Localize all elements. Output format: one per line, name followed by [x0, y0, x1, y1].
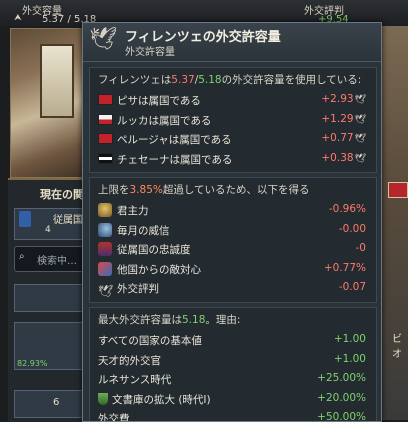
penalty-value: -0.96% — [328, 203, 366, 215]
diplomacy-icon: 🕊 — [354, 153, 366, 164]
penalty-reputation: 🕊 外交評判 -0.07 — [90, 278, 376, 298]
capacity-suffix: 。理由: — [205, 314, 241, 326]
penalty-label: 従属国の忠誠度 — [117, 244, 191, 257]
usage-item-label: ルッカは属国である — [117, 114, 212, 127]
usage-prefix: フィレンツェは — [98, 74, 172, 86]
tooltip-subtitle: 外交許容量 — [125, 47, 175, 58]
flask-icon — [98, 392, 108, 405]
penalty-label: 外交評判 — [117, 283, 159, 296]
capacity-item-renaissance: ルネサンス時代 +25.00% — [90, 369, 376, 389]
subject-card[interactable]: 82.93% — [14, 322, 86, 370]
crown-icon — [98, 203, 112, 217]
capacity-header: 最大外交許容量は5.18。理由: — [90, 308, 376, 330]
usage-item-value: +2.93 — [321, 93, 354, 105]
usage-item-cesena: チェセーナは属国である +0.38🕊 — [90, 149, 376, 169]
capacity-value: 5.18 — [182, 314, 206, 326]
capacity-prefix: 最大外交許容量は — [98, 314, 182, 326]
usage-item-label: チェセーナは属国である — [117, 153, 233, 166]
bottom-row-count: 6 — [53, 397, 60, 408]
usage-item-value: +0.77 — [321, 132, 354, 145]
shield-button-row[interactable] — [14, 284, 86, 312]
penalty-value: -0.07 — [338, 281, 366, 294]
penalty-value: +0.77% — [323, 261, 366, 274]
penalty-value: -0 — [355, 242, 366, 255]
penalty-subject-loyalty: 従属国の忠誠度 -0 — [90, 239, 376, 259]
diplomacy-icon: 🕊 — [354, 114, 366, 125]
capacity-item-label: 外交費 — [98, 413, 130, 422]
diplomatic-capacity-tooltip: 🕊 フィレンツェの外交許容量 外交許容量 フィレンツェは5.37/5.18の外交… — [82, 22, 382, 422]
usage-used: 5.37 — [171, 74, 195, 86]
shield-icon — [98, 242, 112, 257]
diplomacy-icon: ⮝ — [14, 13, 22, 23]
map-edge — [380, 26, 408, 420]
capacity-item-value: +1.00 — [333, 333, 366, 345]
capacity-item-value: +50.00% — [317, 411, 366, 422]
usage-item-pisa: ピサは属国である +2.93🕊 — [90, 90, 376, 110]
search-placeholder: 検索中… — [37, 256, 77, 267]
subject-row-label: 従属国 — [53, 215, 83, 226]
usage-item-perugia: ペルージャは属国である +0.77🕊 — [90, 129, 376, 149]
dove-icon: 🕊 — [98, 284, 114, 299]
scene-window — [40, 44, 74, 118]
penalty-prestige: 毎月の威信 -0.00 — [90, 220, 376, 240]
usage-item-label: ピサは属国である — [117, 95, 201, 107]
bottom-row[interactable]: 6 — [14, 390, 86, 418]
penalty-label: 君主力 — [117, 205, 149, 217]
capacity-item-label: すべての国家の基本値 — [98, 335, 202, 347]
overflow-prefix: 上限を — [98, 184, 130, 196]
map-label: ビオ — [392, 334, 402, 360]
pisa-flag-icon — [98, 94, 113, 105]
overflow-percent: 3.85% — [129, 184, 163, 196]
moon-icon — [98, 222, 112, 237]
capacity-item-value: +20.00% — [317, 391, 366, 404]
capacity-item-archives: 文書庫の拡大 (時代I) +20.00% — [90, 389, 376, 409]
penalty-label: 他国からの敵対心 — [117, 263, 201, 276]
usage-suffix: の外交許容量を使用している: — [221, 74, 362, 86]
overflow-suffix: 超過しているため、以下を得る — [162, 184, 310, 196]
capacity-item-base: すべての国家の基本値 +1.00 — [90, 330, 376, 350]
capacity-item-label: 文書庫の拡大 (時代I) — [112, 393, 211, 406]
overflow-header: 上限を3.85%超過しているため、以下を得る — [90, 178, 376, 200]
usage-section: フィレンツェは5.37/5.18の外交許容量を使用している: ピサは属国である … — [89, 67, 377, 173]
hostility-icon — [98, 261, 112, 276]
usage-max: 5.18 — [198, 74, 222, 86]
capacity-section: 最大外交許容量は5.18。理由: すべての国家の基本値 +1.00 天才的外交官… — [89, 307, 377, 422]
penalty-label: 毎月の威信 — [117, 224, 170, 237]
coat-of-arms-icon — [19, 211, 31, 227]
usage-header: フィレンツェは5.37/5.18の外交許容量を使用している: — [90, 68, 376, 90]
dove-icon: 🕊 — [89, 27, 117, 52]
tooltip-header: 🕊 フィレンツェの外交許容量 外交許容量 — [83, 23, 381, 62]
capacity-item-label: 天才的外交官 — [98, 354, 161, 367]
cesena-flag-icon — [98, 152, 113, 164]
subject-card-percent: 82.93% — [17, 359, 48, 368]
diplomacy-icon: 🕊 — [354, 95, 366, 105]
subject-row-count: 4 — [45, 225, 51, 235]
overflow-section: 上限を3.85%超過しているため、以下を得る 君主力 -0.96% 毎月の威信 … — [89, 177, 377, 303]
capacity-item-value: +1.00 — [333, 352, 366, 365]
search-input[interactable]: ⌕ 検索中… — [14, 246, 86, 272]
subject-row[interactable]: 従属国 4 — [14, 208, 86, 240]
relations-panel-title: 現在の関 — [40, 188, 84, 201]
capacity-item-label: ルネサンス時代 — [98, 374, 172, 387]
perugia-flag-icon — [98, 133, 113, 145]
usage-item-value: +1.29 — [321, 112, 354, 125]
diplomacy-icon: 🕊 — [354, 134, 366, 145]
map-flag-icon[interactable] — [388, 182, 408, 198]
usage-item-lucca: ルッカは属国である +1.29🕊 — [90, 110, 376, 130]
usage-item-value: +0.38 — [321, 151, 354, 164]
penalty-value: -0.00 — [338, 222, 366, 235]
penalty-hostility: 他国からの敵対心 +0.77% — [90, 259, 376, 279]
lucca-flag-icon — [98, 113, 113, 125]
search-icon: ⌕ — [19, 251, 25, 262]
capacity-item-value: +25.00% — [317, 372, 366, 385]
capacity-item-diplomat: 天才的外交官 +1.00 — [90, 350, 376, 370]
penalty-monarch-power: 君主力 -0.96% — [90, 200, 376, 220]
usage-item-label: ペルージャは属国である — [117, 134, 232, 147]
